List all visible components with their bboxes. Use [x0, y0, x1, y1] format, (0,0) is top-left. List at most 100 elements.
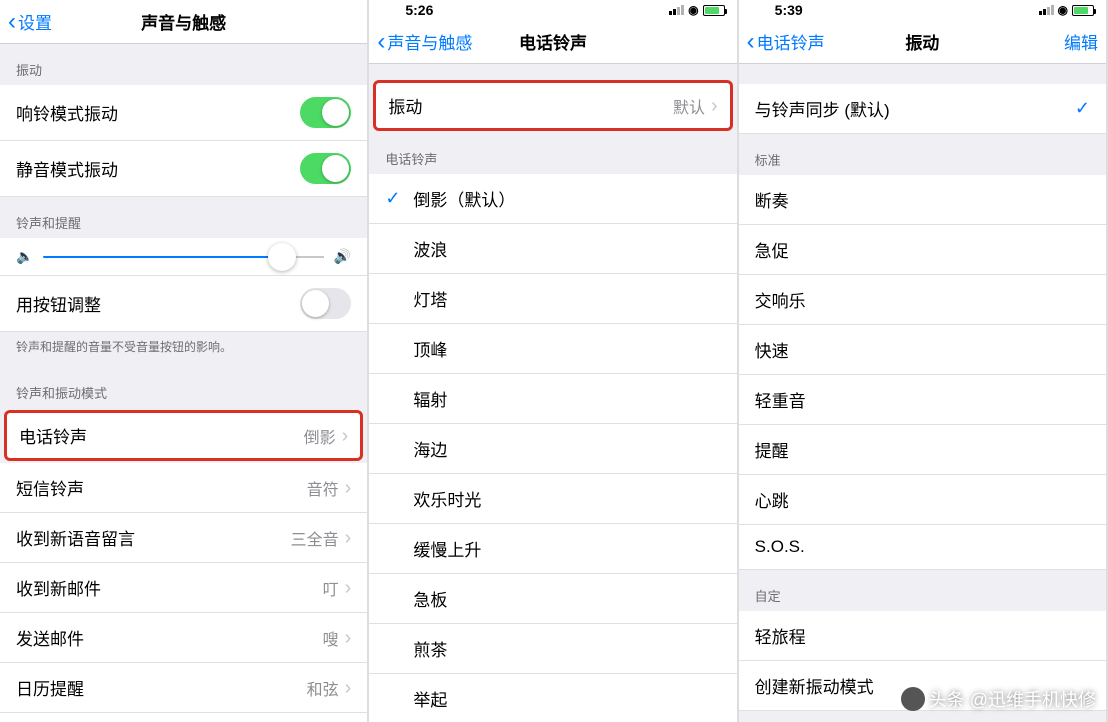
row-ring-vibrate[interactable]: 响铃模式振动 — [0, 85, 367, 141]
signal-icon — [1039, 5, 1054, 15]
volume-slider-row: 🔈 🔊 — [0, 238, 367, 276]
ringtone-label: 煎茶 — [413, 636, 447, 661]
vibration-label: 轻旅程 — [755, 623, 1090, 648]
chevron-left-icon: ‹ — [377, 30, 385, 54]
vibration-item[interactable]: 轻重音 — [739, 375, 1106, 425]
section-header-patterns: 铃声和振动模式 — [0, 367, 367, 408]
row-reminder[interactable]: 提醒事项的提醒 和弦 › — [0, 713, 367, 722]
row-ringtone[interactable]: 电话铃声 倒影 › — [4, 410, 363, 461]
wifi-icon: ◉ — [688, 3, 698, 17]
edit-button[interactable]: 编辑 — [1064, 29, 1098, 54]
row-value: 和弦 — [307, 676, 339, 700]
chevron-right-icon: › — [345, 628, 352, 648]
screen-sounds-haptics: ‹ 设置 声音与触感 振动 响铃模式振动 静音模式振动 铃声和提醒 🔈 🔊 用按… — [0, 0, 369, 722]
back-button[interactable]: ‹ 声音与触感 — [377, 29, 472, 54]
toggle-switch[interactable] — [300, 97, 351, 128]
status-time: 5:39 — [775, 2, 803, 18]
section-footer: 铃声和提醒的音量不受音量按钮的影响。 — [0, 332, 367, 367]
ringtone-label: 辐射 — [413, 386, 447, 411]
row-value: 默认 — [673, 94, 705, 118]
ringtone-item[interactable]: 煎茶 — [369, 624, 736, 674]
nav-bar: ‹ 声音与触感 电话铃声 — [369, 20, 736, 64]
volume-slider[interactable] — [43, 256, 323, 258]
ringtone-item[interactable]: 海边 — [369, 424, 736, 474]
row-label: 发送邮件 — [16, 625, 323, 650]
section-header-ringer: 铃声和提醒 — [0, 197, 367, 238]
toggle-switch[interactable] — [300, 288, 351, 319]
vibration-label: 急促 — [755, 237, 1090, 262]
row-calendar[interactable]: 日历提醒 和弦 › — [0, 663, 367, 713]
toggle-switch[interactable] — [300, 153, 351, 184]
content-scroll[interactable]: 振动 默认 › 电话铃声 ✓倒影（默认） 波浪 灯塔 顶峰 辐射 海边 欢乐时光… — [369, 64, 736, 722]
chevron-right-icon: › — [345, 528, 352, 548]
ringtone-item[interactable]: 灯塔 — [369, 274, 736, 324]
row-button-adjust[interactable]: 用按钮调整 — [0, 276, 367, 332]
volume-low-icon: 🔈 — [16, 248, 33, 265]
ringtone-label: 欢乐时光 — [413, 486, 481, 511]
chevron-right-icon: › — [342, 426, 349, 446]
row-sentmail[interactable]: 发送邮件 嗖 › — [0, 613, 367, 663]
ringtone-label: 灯塔 — [413, 286, 447, 311]
ringtone-item[interactable]: 顶峰 — [369, 324, 736, 374]
vibration-label: 断奏 — [755, 187, 1090, 212]
ringtone-item[interactable]: 缓慢上升 — [369, 524, 736, 574]
status-bar: 5:26 ◉ — [369, 0, 736, 20]
ringtone-item[interactable]: 欢乐时光 — [369, 474, 736, 524]
vibration-item[interactable]: 快速 — [739, 325, 1106, 375]
chevron-left-icon: ‹ — [8, 10, 16, 34]
vibration-item[interactable]: S.O.S. — [739, 525, 1106, 570]
row-texttone[interactable]: 短信铃声 音符 › — [0, 463, 367, 513]
nav-bar: ‹ 设置 声音与触感 — [0, 0, 367, 44]
vibration-label: 快速 — [755, 337, 1090, 362]
row-silent-vibrate[interactable]: 静音模式振动 — [0, 141, 367, 197]
battery-icon — [1072, 5, 1094, 16]
back-label: 电话铃声 — [757, 29, 825, 54]
row-vibration[interactable]: 振动 默认 › — [373, 80, 732, 131]
chevron-right-icon: › — [345, 578, 352, 598]
section-header-vibration: 振动 — [0, 44, 367, 85]
vibration-item[interactable]: 断奏 — [739, 175, 1106, 225]
status-bar: 5:39 ◉ — [739, 0, 1106, 20]
chevron-right-icon: › — [711, 96, 718, 116]
row-newmail[interactable]: 收到新邮件 叮 › — [0, 563, 367, 613]
ringtone-item[interactable]: ✓倒影（默认） — [369, 174, 736, 224]
content-scroll[interactable]: 振动 响铃模式振动 静音模式振动 铃声和提醒 🔈 🔊 用按钮调整 铃声和提醒的音… — [0, 44, 367, 722]
row-label: 收到新语音留言 — [16, 525, 291, 550]
wifi-icon: ◉ — [1058, 3, 1068, 17]
vibration-label: 交响乐 — [755, 287, 1090, 312]
back-label: 设置 — [18, 9, 52, 34]
section-header-custom: 自定 — [739, 570, 1106, 611]
vibration-item[interactable]: 交响乐 — [739, 275, 1106, 325]
status-icons: ◉ — [1039, 3, 1094, 17]
screen-vibration: 5:39 ◉ ‹ 电话铃声 振动 编辑 与铃声同步 (默认) ✓ 标准 断奏 急… — [739, 0, 1108, 722]
ringtone-label: 倒影（默认） — [413, 186, 515, 211]
ringtone-item[interactable]: 波浪 — [369, 224, 736, 274]
vibration-item[interactable]: 心跳 — [739, 475, 1106, 525]
row-sync-default[interactable]: 与铃声同步 (默认) ✓ — [739, 84, 1106, 134]
ringtone-label: 海边 — [413, 436, 447, 461]
row-value: 叮 — [323, 576, 339, 600]
back-button[interactable]: ‹ 电话铃声 — [747, 29, 825, 54]
volume-high-icon: 🔊 — [334, 248, 351, 265]
check-icon: ✓ — [1075, 98, 1090, 119]
back-label: 声音与触感 — [387, 29, 472, 54]
content-scroll[interactable]: 与铃声同步 (默认) ✓ 标准 断奏 急促 交响乐 快速 轻重音 提醒 心跳 S… — [739, 64, 1106, 722]
row-label: 短信铃声 — [16, 475, 307, 500]
row-value: 嗖 — [323, 626, 339, 650]
vibration-item[interactable]: 急促 — [739, 225, 1106, 275]
section-header-ringtones: 电话铃声 — [369, 133, 736, 174]
vibration-label: 心跳 — [755, 487, 1090, 512]
ringtone-label: 举起 — [413, 686, 447, 711]
back-button[interactable]: ‹ 设置 — [8, 9, 52, 34]
ringtone-item[interactable]: 举起 — [369, 674, 736, 722]
section-header-standard: 标准 — [739, 134, 1106, 175]
ringtone-item[interactable]: 急板 — [369, 574, 736, 624]
vibration-item[interactable]: 提醒 — [739, 425, 1106, 475]
row-label: 振动 — [388, 93, 673, 118]
row-value: 倒影 — [304, 424, 336, 448]
ringtone-item[interactable]: 辐射 — [369, 374, 736, 424]
vibration-custom-item[interactable]: 轻旅程 — [739, 611, 1106, 661]
ringtone-label: 顶峰 — [413, 336, 447, 361]
row-value: 三全音 — [291, 526, 339, 550]
row-voicemail[interactable]: 收到新语音留言 三全音 › — [0, 513, 367, 563]
